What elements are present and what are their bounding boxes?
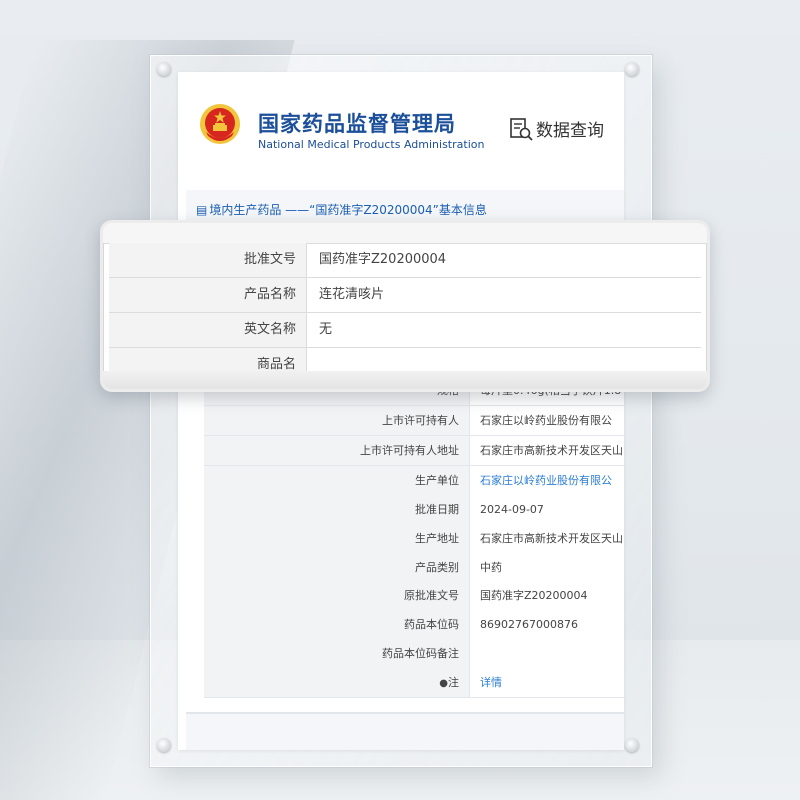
row-value: 无: [319, 322, 333, 337]
table-row: 药品本位码备注: [204, 639, 624, 669]
row-label: 上市许可持有人地址: [204, 436, 470, 465]
details-link[interactable]: 详情: [480, 668, 624, 697]
section-bar: [186, 712, 624, 750]
row-label-note: ●注: [204, 668, 470, 697]
screw-top-left: [157, 62, 171, 76]
row-value: 国药准字Z20200004: [480, 589, 588, 602]
document-search-icon: [510, 118, 533, 141]
magnified-top-edge: [103, 223, 707, 244]
data-query-link[interactable]: 数据查询: [536, 116, 604, 141]
row-label: 药品本位码: [204, 610, 470, 639]
breadcrumb-text: 境内生产药品 ——“国药准字Z20200004”基本信息: [209, 203, 487, 217]
screw-bottom-right: [625, 738, 639, 752]
table-row: 生产单位 石家庄以岭药业股份有限公: [204, 466, 624, 496]
table-row: 批准文号 国药准字Z20200004: [109, 243, 701, 278]
row-value: 石家庄市高新技术开发区天山: [480, 444, 623, 457]
row-label: 生产单位: [204, 466, 470, 495]
row-value: 86902767000876: [480, 618, 578, 631]
row-value: 国药准字Z20200004: [319, 252, 447, 267]
manufacturer-link[interactable]: 石家庄以岭药业股份有限公: [480, 466, 624, 495]
row-label: 批准文号: [109, 243, 307, 277]
table-row: ●注 详情: [204, 668, 624, 698]
table-row: 批准日期 2024-09-07: [204, 495, 624, 525]
document-icon: ▤: [196, 203, 208, 217]
row-label: 产品类别: [204, 553, 470, 582]
table-row: 生产地址 石家庄市高新技术开发区天山: [204, 524, 624, 554]
site-header: 国家药品监督管理局 National Medical Products Admi…: [178, 72, 624, 182]
table-row: 产品名称 连花清咳片: [109, 278, 701, 313]
row-label: 英文名称: [109, 313, 307, 347]
row-value: 石家庄市高新技术开发区天山: [480, 532, 623, 545]
row-label: 药品本位码备注: [204, 639, 470, 668]
magnified-bottom-edge: [103, 371, 707, 389]
breadcrumb-text-wrap: ▤ 境内生产药品 ——“国药准字Z20200004”基本信息: [196, 201, 487, 218]
row-label: 批准日期: [204, 495, 470, 524]
site-title-chinese: 国家药品监督管理局: [258, 112, 456, 136]
table-row: 产品类别 中药: [204, 553, 624, 583]
magnified-card: 批准文号 国药准字Z20200004 产品名称 连花清咳片 英文名称 无 商品名: [100, 220, 710, 392]
row-value: [480, 639, 624, 668]
table-row: 上市许可持有人地址 石家庄市高新技术开发区天山: [204, 436, 624, 466]
table-row: 原批准文号 国药准字Z20200004: [204, 581, 624, 611]
row-value: 中药: [480, 561, 502, 574]
pin-icon: ●: [439, 678, 448, 689]
row-label: 上市许可持有人: [204, 406, 470, 435]
table-row: 药品本位码 86902767000876: [204, 610, 624, 640]
national-emblem-icon: [200, 104, 240, 144]
row-label: 原批准文号: [204, 581, 470, 610]
document-page: 国家药品监督管理局 National Medical Products Admi…: [178, 72, 624, 750]
row-value: 2024-09-07: [480, 503, 544, 516]
screw-top-right: [625, 62, 639, 76]
screw-bottom-left: [157, 738, 171, 752]
site-title-english: National Medical Products Administration: [258, 138, 485, 151]
row-label: 注: [448, 676, 459, 689]
row-label: 产品名称: [109, 278, 307, 312]
row-value: 连花清咳片: [319, 287, 385, 302]
table-row: 英文名称 无: [109, 313, 701, 348]
table-row: 上市许可持有人 石家庄以岭药业股份有限公: [204, 406, 624, 436]
row-label: 生产地址: [204, 524, 470, 553]
row-value: 石家庄以岭药业股份有限公: [480, 414, 612, 427]
